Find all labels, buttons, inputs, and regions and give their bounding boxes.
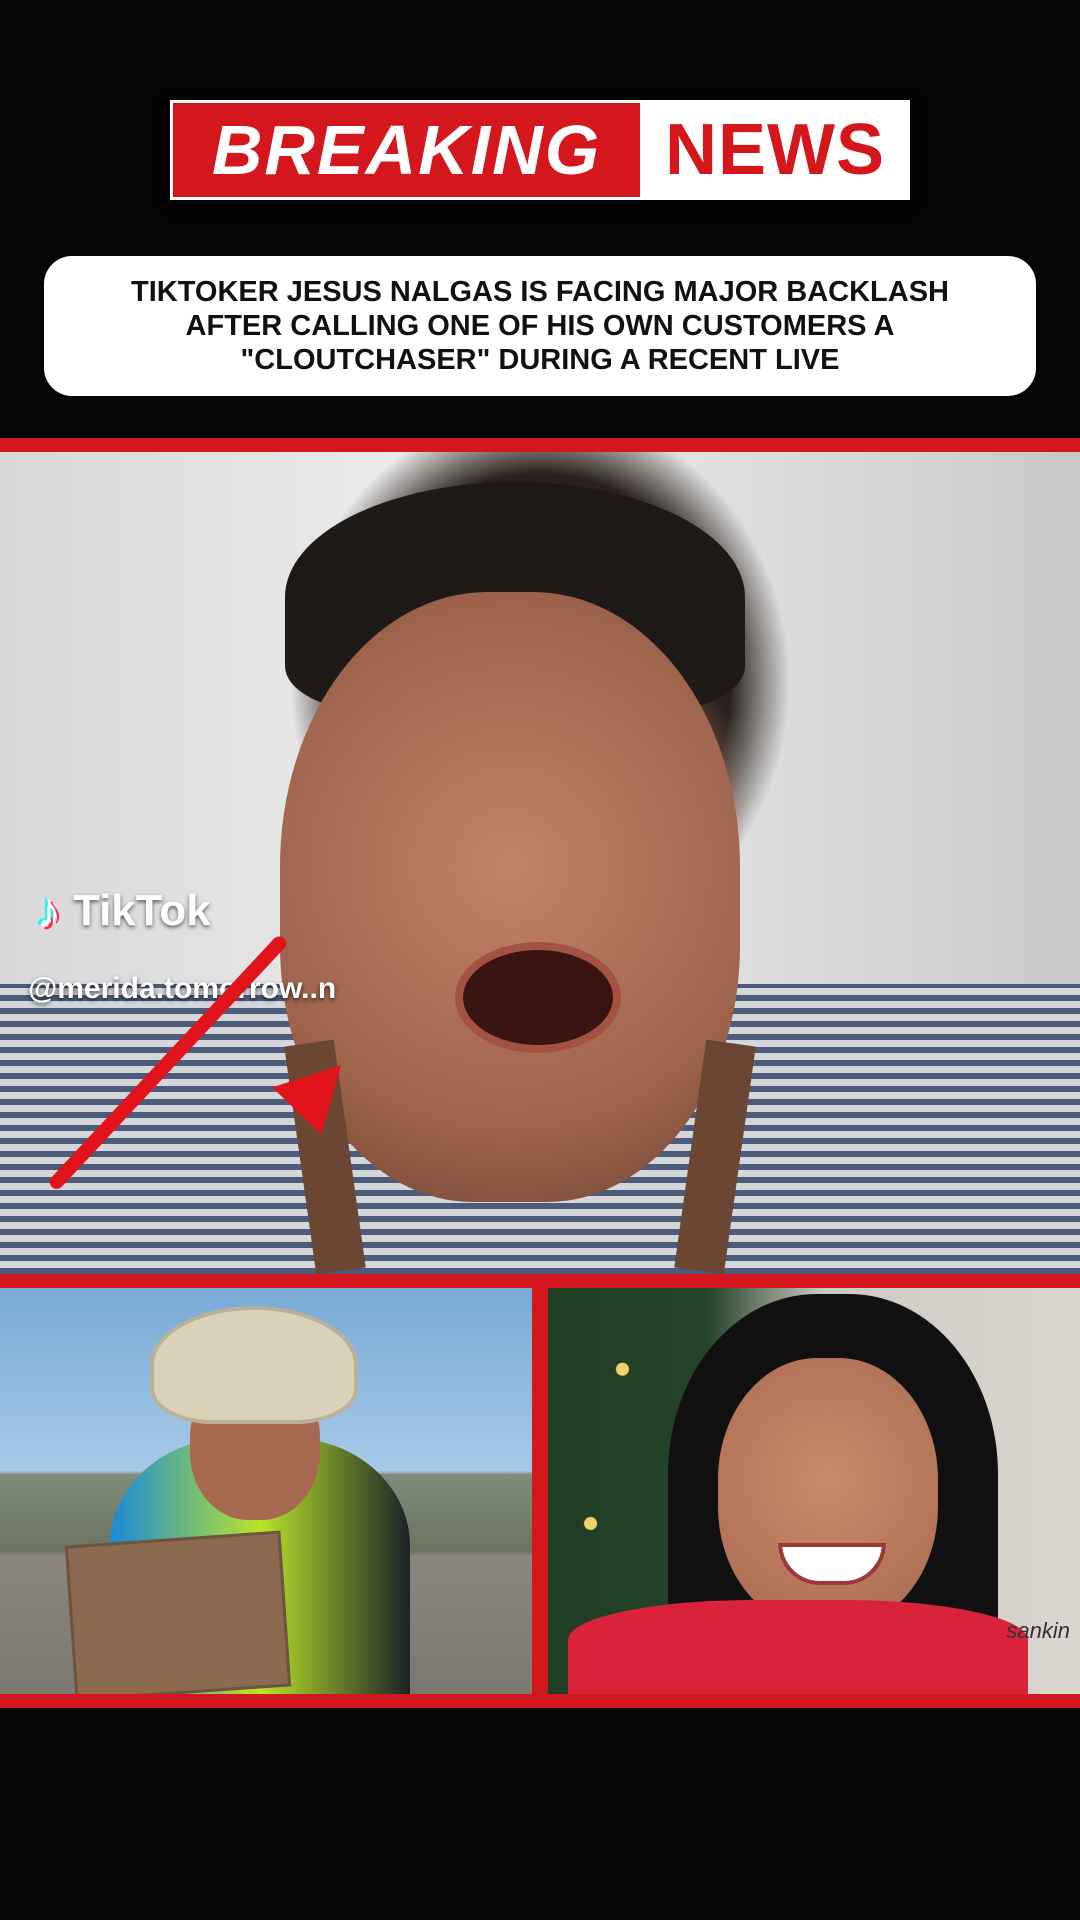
face-shape-right bbox=[718, 1358, 938, 1628]
breaking-news-banner: BREAKING NEWS bbox=[170, 100, 910, 200]
headline-box: TIKTOKER JESUS NALGAS IS FACING MAJOR BA… bbox=[44, 256, 1036, 396]
mouth-shape bbox=[455, 942, 621, 1053]
main-video-frame bbox=[0, 452, 1080, 1274]
customer-photo bbox=[0, 1288, 532, 1694]
pillow-text: sankin bbox=[1006, 1618, 1070, 1643]
banner-breaking-label: BREAKING bbox=[170, 100, 640, 200]
face-shape bbox=[280, 592, 740, 1202]
tiktok-icon: ♪ bbox=[36, 883, 61, 939]
woman-photo: sankin bbox=[548, 1288, 1080, 1694]
red-frame-bottom bbox=[0, 1694, 1080, 1708]
headline-text: TIKTOKER JESUS NALGAS IS FACING MAJOR BA… bbox=[131, 276, 949, 376]
banner-news-label: NEWS bbox=[640, 100, 910, 200]
hat-shape bbox=[150, 1306, 358, 1424]
red-frame-divider bbox=[532, 1288, 548, 1694]
tiktok-watermark: ♪ TikTok bbox=[36, 882, 211, 940]
red-frame-top bbox=[0, 438, 1080, 452]
clipboard-shape bbox=[64, 1530, 292, 1694]
red-frame-middle bbox=[0, 1274, 1080, 1288]
tiktok-brand: TikTok bbox=[73, 886, 211, 935]
red-top-shape bbox=[568, 1600, 1028, 1694]
tiktok-handle: @merida.tomorrow..n bbox=[28, 972, 337, 1005]
